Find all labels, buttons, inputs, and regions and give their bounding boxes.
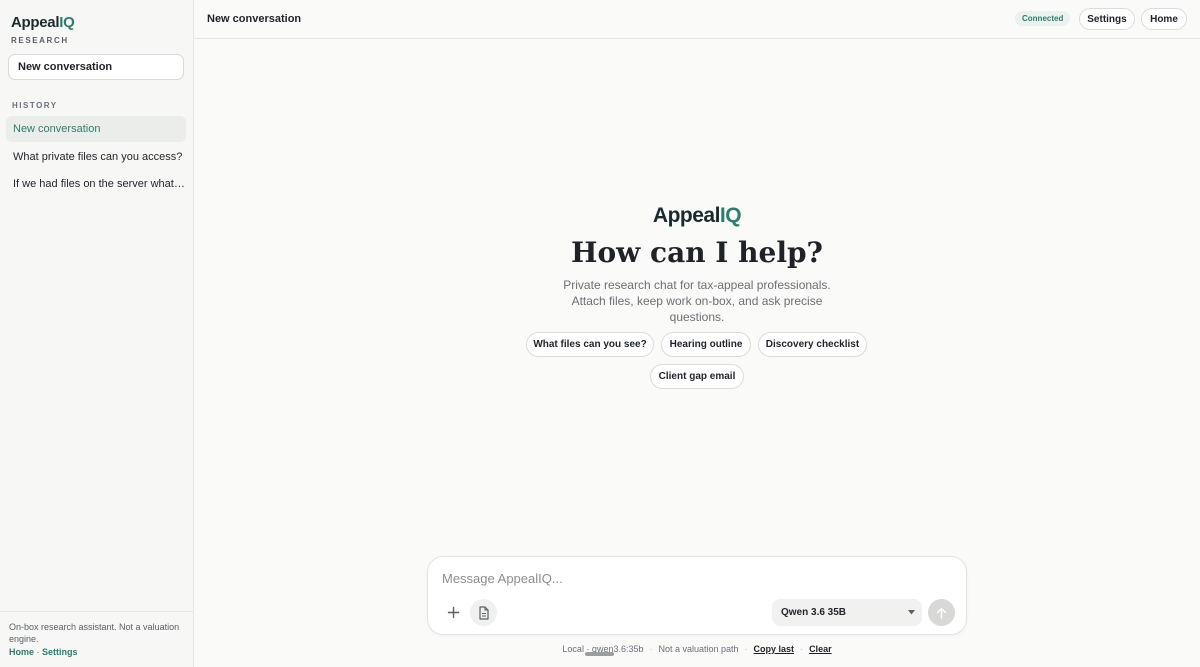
send-button[interactable] bbox=[928, 599, 955, 626]
brand: AppealIQ RESEARCH bbox=[11, 14, 75, 45]
suggestion-chip-files[interactable]: What files can you see? bbox=[526, 332, 654, 357]
clear-link[interactable]: Clear bbox=[809, 644, 832, 654]
footer-separator: · bbox=[744, 644, 748, 654]
brand-logo: AppealIQ bbox=[11, 14, 75, 31]
model-select-value: Qwen 3.6 35B bbox=[781, 607, 847, 618]
copy-last-link[interactable]: Copy last bbox=[754, 644, 795, 654]
brand-subtitle: RESEARCH bbox=[11, 36, 69, 45]
suggestion-chip-discovery[interactable]: Discovery checklist bbox=[758, 332, 867, 357]
conversation-title: New conversation bbox=[207, 13, 302, 25]
document-icon bbox=[478, 605, 489, 620]
hero-logo-suffix: IQ bbox=[719, 204, 742, 227]
history-item[interactable]: What private files can you access? bbox=[6, 144, 186, 170]
footer-separator: · bbox=[800, 644, 804, 654]
topbar: New conversation Connected Settings Home bbox=[194, 0, 1200, 39]
hero-logo: AppealIQ bbox=[194, 204, 1200, 228]
sidebar-footer-note: On-box research assistant. Not a valuati… bbox=[9, 622, 180, 644]
model-select[interactable]: Qwen 3.6 35B bbox=[772, 599, 922, 626]
hero-title: How can I help? bbox=[571, 236, 823, 269]
brand-logo-suffix: IQ bbox=[59, 14, 75, 31]
file-button[interactable] bbox=[470, 599, 497, 626]
plus-icon bbox=[447, 606, 460, 619]
footer-separator: · bbox=[649, 644, 653, 654]
history-item[interactable]: If we had files on the server what would… bbox=[6, 171, 186, 197]
attach-button[interactable] bbox=[440, 599, 467, 626]
home-button[interactable]: Home bbox=[1141, 8, 1187, 30]
history-list: New conversation What private files can … bbox=[6, 116, 186, 199]
composer-footer: Local · qwen3.6:35b · Not a valuation path… bbox=[194, 644, 1200, 654]
status-badge: Connected bbox=[1015, 11, 1071, 26]
brand-logo-prefix: Appeal bbox=[11, 14, 60, 31]
settings-button[interactable]: Settings bbox=[1079, 8, 1135, 30]
footer-home-link[interactable]: Home bbox=[9, 647, 34, 657]
footer-separator: · bbox=[36, 647, 40, 657]
history-label: HISTORY bbox=[12, 101, 58, 110]
history-item-active[interactable]: New conversation bbox=[6, 116, 186, 142]
valuation-note: Not a valuation path bbox=[658, 644, 739, 654]
footer-settings-link[interactable]: Settings bbox=[42, 647, 78, 657]
message-input[interactable] bbox=[442, 569, 942, 587]
sidebar-footer-links: Home · Settings bbox=[9, 647, 184, 657]
suggestion-chip-email[interactable]: Client gap email bbox=[650, 364, 744, 389]
sidebar-footer: On-box research assistant. Not a valuati… bbox=[0, 611, 193, 667]
arrow-up-icon bbox=[936, 607, 947, 619]
caret-down-icon bbox=[908, 610, 915, 615]
hero-subtitle: Private research chat for tax-appeal pro… bbox=[563, 278, 831, 324]
new-conversation-button[interactable]: New conversation bbox=[8, 54, 184, 80]
main-panel: New conversation Connected Settings Home… bbox=[194, 0, 1200, 667]
suggestion-chip-hearing[interactable]: Hearing outline bbox=[661, 332, 751, 357]
horizontal-scrollbar-thumb[interactable] bbox=[585, 652, 614, 656]
sidebar: AppealIQ RESEARCH New conversation HISTO… bbox=[0, 0, 194, 667]
composer: Qwen 3.6 35B bbox=[427, 556, 967, 635]
hero-logo-prefix: Appeal bbox=[652, 204, 721, 227]
